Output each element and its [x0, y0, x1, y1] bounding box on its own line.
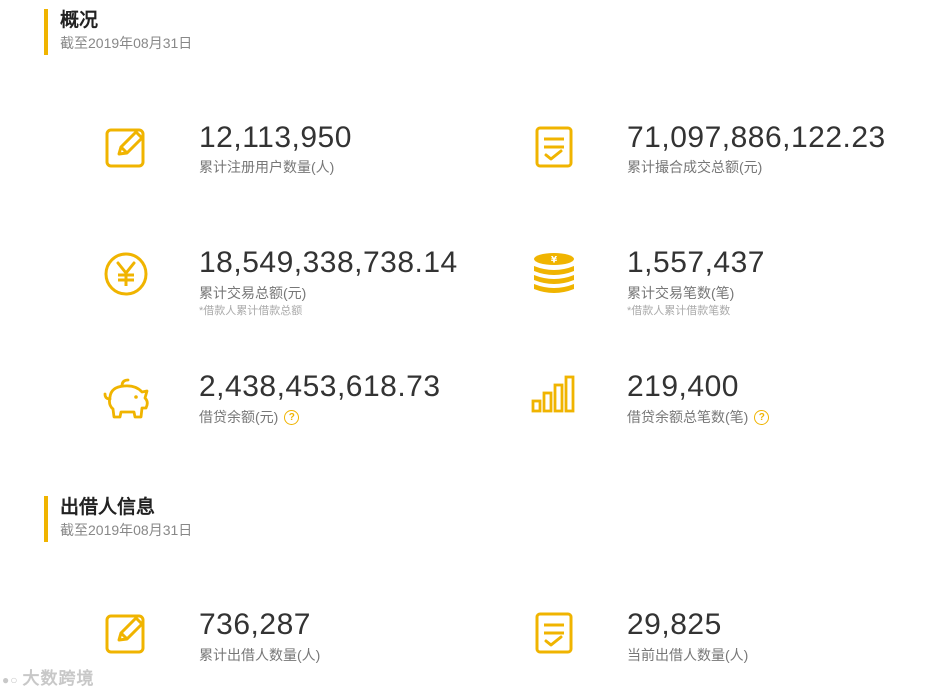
stat-label: 累计撮合成交总额(元): [627, 159, 763, 175]
stat-label-row: 借贷余额总笔数(笔)?: [627, 407, 770, 427]
edit-icon: [103, 124, 151, 172]
help-icon[interactable]: ?: [284, 409, 300, 425]
stat-note: *借款人累计借款总额: [199, 305, 303, 317]
stat-value: 29,825: [627, 608, 722, 641]
lenders-title: 出借人信息: [60, 497, 156, 518]
lenders-header: 出借人信息 截至2019年08月31日: [44, 496, 192, 542]
stat-value: 18,549,338,738.14: [199, 246, 458, 279]
stat-note: *借款人累计借款笔数: [627, 305, 731, 317]
svg-text:¥: ¥: [551, 256, 558, 266]
stat-label: 借贷余额总笔数(笔): [627, 409, 749, 425]
overview-date: 截至2019年08月31日: [60, 35, 193, 51]
stat-label: 累计出借人数量(人): [199, 647, 321, 663]
stat-value: 12,113,950: [199, 121, 352, 154]
stat-value: 219,400: [627, 370, 739, 403]
stat-label-row: 借贷余额(元)?: [199, 407, 300, 427]
stat-label: 当前出借人数量(人): [627, 647, 749, 663]
stat-value: 71,097,886,122.23: [627, 121, 886, 154]
overview-title: 概况: [60, 10, 99, 31]
edit-icon: [103, 610, 151, 658]
coin-stack-icon: ¥: [530, 250, 578, 298]
stat-label: 借贷余额(元): [199, 409, 279, 425]
checklist-icon: [531, 124, 579, 172]
stat-label: 累计交易笔数(笔): [627, 285, 735, 301]
bar-chart-icon: [530, 373, 578, 421]
stat-value: 736,287: [199, 608, 311, 641]
watermark: ●○ 大数跨境: [2, 664, 95, 689]
stat-value: 1,557,437: [627, 246, 765, 279]
stat-label: 累计交易总额(元): [199, 285, 307, 301]
lenders-date: 截至2019年08月31日: [60, 522, 193, 538]
piggy-bank-icon: [102, 375, 150, 423]
watermark-logo-icon: ●○: [2, 672, 19, 687]
page: 概况 截至2019年08月31日 12,113,950 累计注册用户数量(人) …: [0, 0, 926, 694]
help-icon[interactable]: ?: [754, 409, 770, 425]
yuan-coin-icon: [102, 250, 150, 298]
stat-value: 2,438,453,618.73: [199, 370, 441, 403]
overview-header: 概况 截至2019年08月31日: [44, 9, 192, 55]
stat-label: 累计注册用户数量(人): [199, 159, 335, 175]
watermark-text: 大数跨境: [22, 669, 95, 688]
checklist-icon: [531, 610, 579, 658]
